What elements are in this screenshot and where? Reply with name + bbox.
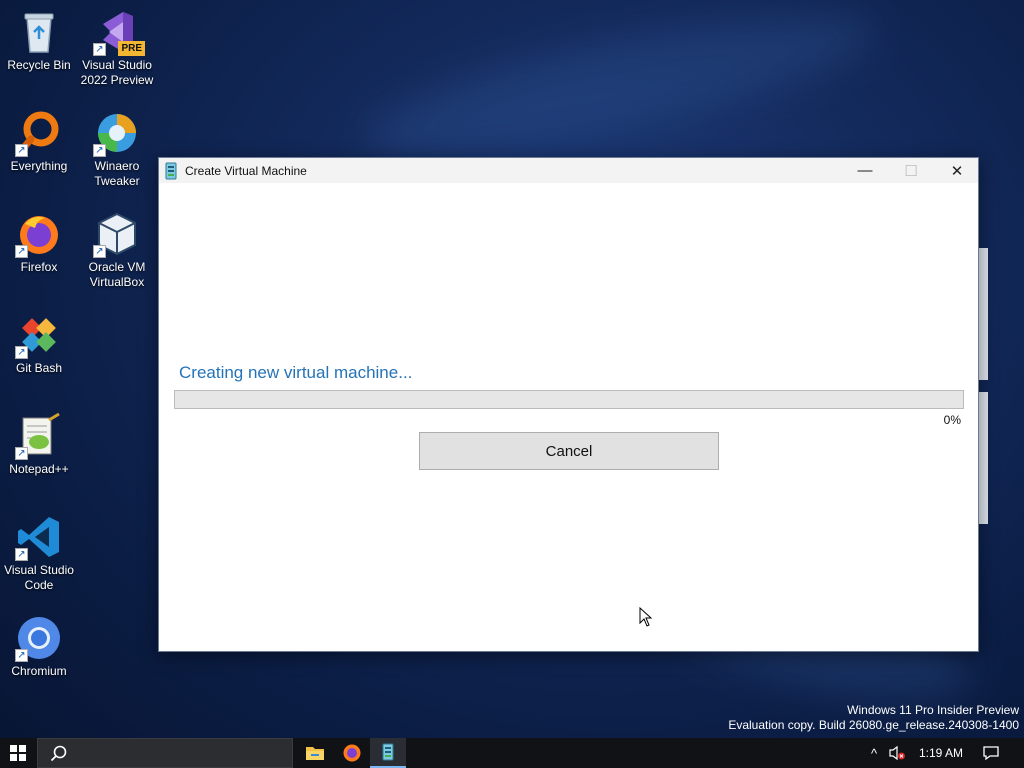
shortcut-arrow-icon: ↗: [15, 649, 28, 662]
preview-badge: PRE: [118, 41, 145, 56]
mouse-cursor-icon: [639, 607, 653, 627]
watermark-edition: Windows 11 Pro Insider Preview: [847, 703, 1019, 717]
desktop-icon-firefox[interactable]: ↗ Firefox: [1, 210, 77, 275]
create-virtual-machine-dialog: Create Virtual Machine — ☐ ✕ Creating ne…: [158, 157, 979, 652]
notepad-plus-plus-icon: ↗: [15, 412, 63, 460]
desktop-icon-label: Firefox: [20, 260, 58, 274]
desktop-icon-recycle-bin[interactable]: Recycle Bin: [1, 8, 77, 73]
desktop-icon-label: Chromium: [11, 664, 67, 678]
hyperv-app-icon: [165, 162, 177, 179]
desktop-icon-label: Notepad++: [9, 462, 69, 476]
desktop-icon-label: Winaero Tweaker: [94, 159, 140, 188]
shortcut-arrow-icon: ↗: [15, 548, 28, 561]
taskbar-search-box[interactable]: [37, 738, 293, 768]
file-explorer-icon: [306, 747, 324, 760]
taskbar-hyperv-quick-create[interactable]: [370, 738, 406, 768]
desktop-icon-vscode[interactable]: ↗ Visual Studio Code: [1, 513, 77, 593]
shortcut-arrow-icon: ↗: [93, 144, 106, 157]
shortcut-arrow-icon: ↗: [93, 43, 106, 56]
close-button[interactable]: ✕: [934, 158, 980, 183]
taskbar-firefox[interactable]: [334, 738, 370, 768]
git-bash-icon: ↗: [15, 311, 63, 359]
winaero-tweaker-icon: ↗: [93, 109, 141, 157]
windows-logo-icon: [10, 745, 26, 761]
desktop-icon-chromium[interactable]: ↗ Chromium: [1, 614, 77, 679]
background-window-edge: [978, 392, 988, 524]
virtualbox-icon: ↗: [93, 210, 141, 258]
firefox-icon: ↗: [15, 210, 63, 258]
desktop-icon-label: Visual Studio Code: [4, 563, 74, 592]
vscode-icon: ↗: [15, 513, 63, 561]
desktop-icon-everything[interactable]: ↗ Everything: [1, 109, 77, 174]
desktop-icon-label: Oracle VM VirtualBox: [88, 260, 146, 289]
recycle-bin-icon: [15, 8, 63, 56]
desktop-icon-winaero-tweaker[interactable]: ↗ Winaero Tweaker: [79, 109, 155, 189]
desktop-icon-virtualbox[interactable]: ↗ Oracle VM VirtualBox: [79, 210, 155, 290]
desktop-icon-label: Git Bash: [15, 361, 63, 375]
window-title: Create Virtual Machine: [185, 163, 307, 178]
windows-watermark: Windows 11 Pro Insider Preview Evaluatio…: [728, 703, 1019, 733]
notification-center-icon[interactable]: [978, 738, 1004, 768]
chromium-icon: ↗: [15, 614, 63, 662]
progress-bar: [174, 390, 964, 409]
hyperv-icon: [382, 743, 394, 761]
firefox-icon: [343, 744, 361, 762]
desktop-icon-visual-studio[interactable]: PRE ↗ Visual Studio 2022 Preview: [79, 8, 155, 88]
tray-overflow-chevron[interactable]: ^: [864, 738, 884, 768]
shortcut-arrow-icon: ↗: [15, 447, 28, 460]
shortcut-arrow-icon: ↗: [15, 245, 28, 258]
volume-muted-icon[interactable]: [886, 738, 908, 768]
taskbar-clock[interactable]: 1:19 AM: [912, 738, 970, 768]
wallpaper-streak: [356, 0, 884, 184]
shortcut-arrow-icon: ↗: [93, 245, 106, 258]
shortcut-arrow-icon: ↗: [15, 346, 28, 359]
desktop-icon-notepad-plus-plus[interactable]: ↗ Notepad++: [1, 412, 77, 477]
maximize-button[interactable]: ☐: [888, 158, 934, 183]
visual-studio-icon: PRE ↗: [93, 8, 145, 56]
desktop-icon-label: Visual Studio 2022 Preview: [80, 58, 154, 87]
search-icon: [50, 745, 67, 762]
shortcut-arrow-icon: ↗: [15, 144, 28, 157]
watermark-build: Evaluation copy. Build 26080.ge_release.…: [728, 718, 1019, 732]
title-bar[interactable]: Create Virtual Machine — ☐ ✕: [159, 158, 978, 183]
taskbar-file-explorer[interactable]: [297, 738, 333, 768]
desktop-icon-git-bash[interactable]: ↗ Git Bash: [1, 311, 77, 376]
background-window-edge: [978, 248, 988, 380]
desktop-icon-label: Recycle Bin: [7, 58, 71, 72]
taskbar: ^ 1:19 AM: [0, 738, 1024, 768]
desktop-icon-label: Everything: [10, 159, 68, 173]
status-message: Creating new virtual machine...: [179, 363, 413, 382]
start-button[interactable]: [0, 738, 36, 768]
cancel-button[interactable]: Cancel: [419, 432, 719, 470]
everything-search-icon: ↗: [15, 109, 63, 157]
progress-percent-label: 0%: [943, 413, 961, 427]
minimize-button[interactable]: —: [842, 158, 888, 183]
